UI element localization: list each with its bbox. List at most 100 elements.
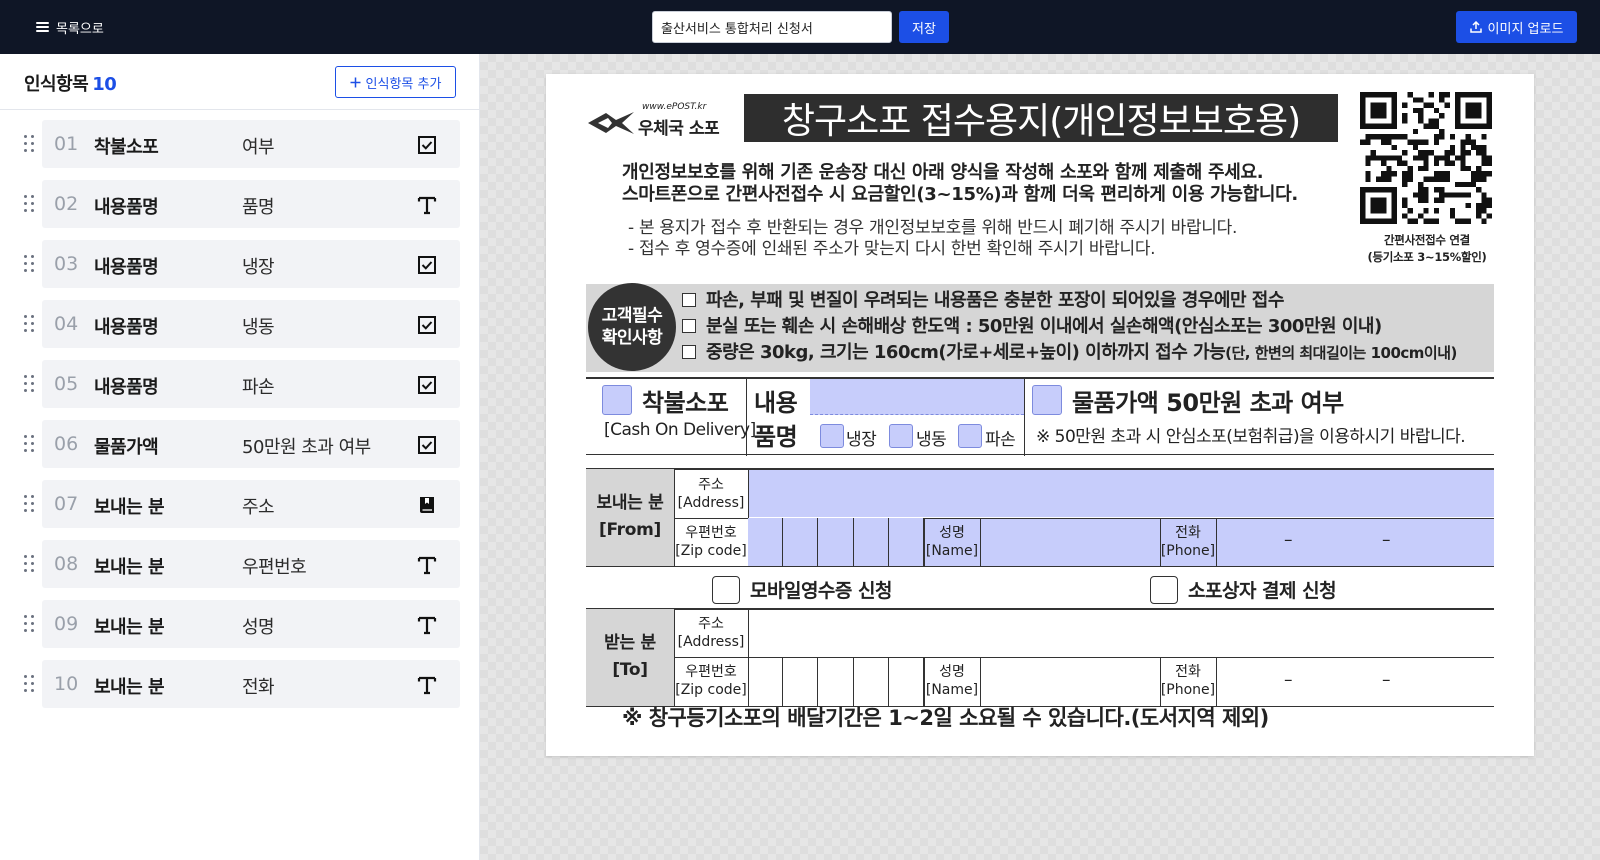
item-category: 내용품명 <box>94 377 159 398</box>
sender-address-field[interactable] <box>748 470 1494 517</box>
recognition-item-card[interactable]: 07 보내는 분 주소 <box>42 480 460 528</box>
box-payment-checkbox[interactable] <box>1150 576 1178 604</box>
fridge-checkbox[interactable] <box>820 424 844 448</box>
required-check-1: 파손, 부패 및 변질이 우려되는 내용품은 충분한 포장이 되어있을 경우에만… <box>682 286 1284 312</box>
checkbox-icon[interactable] <box>416 134 438 156</box>
recognition-item[interactable]: 09 보내는 분 성명 <box>0 600 480 648</box>
zip-digit-cell[interactable] <box>853 518 889 566</box>
sender-zip-label: 우편번호 [Zip code] <box>674 524 748 560</box>
zip-label-en: [Zip code] <box>675 543 747 559</box>
plus-icon <box>350 77 361 87</box>
panel-title-label: 인식항목 <box>24 74 89 95</box>
panel-title: 인식항목 10 <box>24 70 117 96</box>
zip-digit-cell[interactable] <box>889 657 924 706</box>
zip-digit-cell[interactable] <box>783 657 819 706</box>
drag-handle-icon[interactable] <box>24 435 36 453</box>
recognition-item[interactable]: 07 보내는 분 주소 <box>0 480 480 528</box>
recognition-item[interactable]: 04 내용품명 냉동 <box>0 300 480 348</box>
item-number: 06 <box>54 433 79 455</box>
drag-handle-icon[interactable] <box>24 495 36 513</box>
recognition-item-card[interactable]: 04 내용품명 냉동 <box>42 300 460 348</box>
item-label: 여부 <box>242 137 275 158</box>
recognition-item-card[interactable]: 03 내용품명 냉장 <box>42 240 460 288</box>
note-line-2: - 접수 후 영수증에 인쇄된 주소가 맞는지 다시 한번 확인해 주시기 바랍… <box>628 239 1156 259</box>
drag-handle-icon[interactable] <box>24 255 36 273</box>
cod-checkbox[interactable] <box>602 385 632 415</box>
recognition-item-card[interactable]: 10 보내는 분 전화 <box>42 660 460 708</box>
recognition-item[interactable]: 02 내용품명 품명 <box>0 180 480 228</box>
recognition-item[interactable]: 06 물품가액 50만원 초과 여부 <box>0 420 480 468</box>
text-icon[interactable] <box>416 614 438 636</box>
checkbox-icon[interactable] <box>416 254 438 276</box>
drag-handle-icon[interactable] <box>24 375 36 393</box>
required-check-box-2 <box>682 319 696 333</box>
value-over-500k-checkbox[interactable] <box>1032 385 1062 415</box>
required-check-3: 중량은 30kg, 크기는 160cm(가로+세로+높이) 이하까지 접수 가능… <box>682 338 1457 364</box>
drag-handle-icon[interactable] <box>24 675 36 693</box>
required-check-box-1 <box>682 293 696 307</box>
name-label-en: [Name] <box>925 682 979 698</box>
epost-logo: www.ePOST.kr 우체국 소포 <box>586 102 736 139</box>
value-note: ※ 50만원 초과 시 안심소포(보험취급)을 이용하시기 바랍니다. <box>1036 427 1466 447</box>
zip-digit-cell[interactable] <box>818 518 854 566</box>
divider <box>746 378 747 456</box>
add-recognition-item-button[interactable]: 인식항목 추가 <box>335 66 456 98</box>
recipient-phone-label: 전화 [Phone] <box>1160 663 1216 699</box>
back-to-list-button[interactable]: 목록으로 <box>36 17 104 37</box>
address-label-en: [Address] <box>677 634 745 650</box>
upload-image-label: 이미지 업로드 <box>1487 21 1564 37</box>
recognition-item[interactable]: 10 보내는 분 전화 <box>0 660 480 708</box>
drag-handle-icon[interactable] <box>24 555 36 573</box>
text-icon[interactable] <box>416 674 438 696</box>
drag-handle-icon[interactable] <box>24 615 36 633</box>
zip-digit-cell[interactable] <box>748 518 784 566</box>
checkbox-icon[interactable] <box>416 314 438 336</box>
recognition-item-card[interactable]: 06 물품가액 50만원 초과 여부 <box>42 420 460 468</box>
zip-digit-cell[interactable] <box>854 657 889 706</box>
required-check-box-3 <box>682 345 696 359</box>
fragile-checkbox[interactable] <box>958 424 982 448</box>
recognition-item[interactable]: 05 내용품명 파손 <box>0 360 480 408</box>
recognition-item-card[interactable]: 02 내용품명 품명 <box>42 180 460 228</box>
text-icon[interactable] <box>416 194 438 216</box>
drag-handle-icon[interactable] <box>24 315 36 333</box>
item-count: 10 <box>92 74 117 95</box>
zip-digit-cell[interactable] <box>748 657 784 706</box>
recognition-item-card[interactable]: 01 착불소포 여부 <box>42 120 460 168</box>
required-check-3-text: 중량은 30kg, 크기는 160cm(가로+세로+높이) 이하까지 접수 가능 <box>706 342 1226 363</box>
required-badge-line-2: 확인사항 <box>601 328 663 348</box>
contents-label-2: 품명 <box>754 423 798 451</box>
recognition-item-card[interactable]: 09 보내는 분 성명 <box>42 600 460 648</box>
recognition-item-card[interactable]: 05 내용품명 파손 <box>42 360 460 408</box>
item-category: 물품가액 <box>94 437 159 458</box>
drag-handle-icon[interactable] <box>24 195 36 213</box>
zip-digit-cell[interactable] <box>783 518 819 566</box>
text-icon[interactable] <box>416 554 438 576</box>
fridge-label: 냉장 <box>846 430 877 450</box>
qr-caption-line-2: (등기소포 3~15%할인) <box>1367 250 1487 264</box>
contents-name-field[interactable] <box>810 379 1024 415</box>
required-check-badge: 고객필수 확인사항 <box>588 283 676 371</box>
frozen-checkbox[interactable] <box>889 424 913 448</box>
top-bar: 목록으로 저장 이미지 업로드 <box>0 0 1600 54</box>
recognition-item[interactable]: 01 착불소포 여부 <box>0 120 480 168</box>
document-title-input[interactable] <box>652 11 892 43</box>
recognition-item[interactable]: 08 보내는 분 우편번호 <box>0 540 480 588</box>
zip-digit-cell[interactable] <box>818 657 854 706</box>
item-category: 착불소포 <box>94 137 159 158</box>
zip-digit-cell[interactable] <box>888 518 924 566</box>
upload-image-button[interactable]: 이미지 업로드 <box>1456 11 1577 43</box>
item-category: 보내는 분 <box>94 677 165 698</box>
item-label: 냉동 <box>242 317 275 338</box>
item-number: 07 <box>54 493 79 515</box>
book-icon[interactable] <box>416 494 438 516</box>
phone-dash: – <box>1284 670 1293 690</box>
recognition-item[interactable]: 03 내용품명 냉장 <box>0 240 480 288</box>
checkbox-icon[interactable] <box>416 434 438 456</box>
checkbox-icon[interactable] <box>416 374 438 396</box>
item-category: 보내는 분 <box>94 497 165 518</box>
mobile-receipt-checkbox[interactable] <box>712 576 740 604</box>
drag-handle-icon[interactable] <box>24 135 36 153</box>
save-button[interactable]: 저장 <box>899 11 949 43</box>
recognition-item-card[interactable]: 08 보내는 분 우편번호 <box>42 540 460 588</box>
